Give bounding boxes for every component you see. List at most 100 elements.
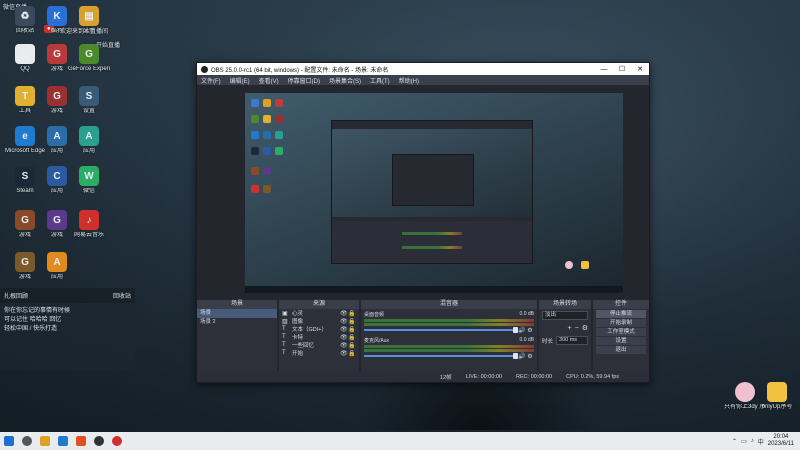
widget-right-label[interactable]: 回收站 [113, 291, 131, 300]
file-explorer-icon[interactable] [36, 432, 54, 450]
desktop-icon[interactable]: S 设置 [68, 86, 110, 115]
gear-icon[interactable]: ⚙ [526, 327, 534, 334]
source-item[interactable]: T 文本（GDI+） 👁 🔒 [279, 325, 359, 333]
channel-name: 麦克风/Aux [364, 338, 390, 344]
network-icon[interactable]: ▭ [741, 438, 747, 445]
clock[interactable]: 20:04 2023/6/11 [768, 434, 794, 448]
widget-line: 你在你忘记的事情有时候 [4, 308, 71, 314]
preview-icon [251, 185, 259, 193]
settings-button[interactable]: 设置 [596, 337, 646, 345]
lock-icon[interactable]: 🔒 [348, 350, 356, 357]
lock-icon[interactable]: 🔒 [348, 326, 356, 333]
start-icon[interactable] [0, 432, 18, 450]
sources-dock-title: 来源 [279, 300, 359, 309]
eye-icon[interactable]: 👁 [340, 326, 348, 333]
preview-icon [263, 147, 271, 155]
desktop-icon-label: 网易云音乐 [73, 232, 104, 238]
menu-help[interactable]: 帮助(H) [399, 76, 419, 85]
menu-file[interactable]: 文件(F) [201, 76, 221, 85]
desktop-icon-label: onlyUp序号 [761, 404, 793, 410]
chevron-up-icon[interactable]: ⌃ [732, 438, 737, 445]
dropped-frames: 12帧 [440, 374, 452, 381]
stop-streaming-button[interactable]: 停止推流 [596, 310, 646, 318]
desktop-icon[interactable]: W 微信 [68, 166, 110, 195]
app-icon: Q [15, 44, 35, 64]
desktop-icon[interactable]: ♪ 网易云音乐 [68, 210, 110, 239]
source-item[interactable]: T 开始 👁 🔒 [279, 349, 359, 357]
speaker-icon[interactable]: 🔊 [518, 353, 526, 360]
remove-icon[interactable]: − [575, 325, 579, 332]
duration-label: 时长 [542, 338, 554, 345]
studio-mode-button[interactable]: 工作室模式 [596, 328, 646, 336]
add-icon[interactable]: + [568, 325, 572, 332]
source-item[interactable]: T 卡特 👁 🔒 [279, 333, 359, 341]
transition-select[interactable]: 淡出 [542, 311, 588, 320]
eye-icon[interactable]: 👁 [340, 310, 348, 317]
desktop-widget: 扎根回顾 回收站 你在你忘记的事情有时候 可以记住 哈哈哈 回忆 轻松中国 / … [0, 288, 135, 370]
menu-docks[interactable]: 停靠窗口(D) [288, 76, 320, 85]
preview-icon [263, 115, 271, 123]
scene-item[interactable]: 场景 2 [197, 318, 277, 327]
system-tray: ⌃ ▭ ♪ 中 20:04 2023/6/11 [732, 432, 794, 450]
volume-slider[interactable]: 🔊 ⚙ [364, 353, 534, 360]
lock-icon[interactable]: 🔒 [348, 318, 356, 325]
desktop-icon[interactable]: A 应用 [68, 126, 110, 155]
menu-edit[interactable]: 编辑(E) [230, 76, 250, 85]
gear-icon[interactable]: ⚙ [526, 353, 534, 360]
app-icon: ▤ [79, 6, 99, 26]
slider-knob[interactable] [513, 327, 518, 333]
obs-titlebar[interactable]: OBS 25.0.0-rc1 (64 bit, windows) - 配置文件:… [197, 63, 649, 75]
menu-scene-collection[interactable]: 场景集合(S) [329, 76, 361, 85]
taskbar-icons [0, 432, 126, 450]
preview-icon [263, 131, 271, 139]
desktop-icon[interactable]: A 应用 [36, 252, 78, 281]
volume-icon[interactable]: ♪ [751, 438, 754, 444]
scene-item[interactable]: 场景 [197, 309, 277, 318]
app-icon[interactable] [72, 432, 90, 450]
minimize-icon[interactable]: — [595, 66, 613, 73]
preview-icon [263, 185, 271, 193]
eye-icon[interactable]: 👁 [340, 318, 348, 325]
edge-icon[interactable] [54, 432, 72, 450]
desktop-icon[interactable]: ▤ 文件 [68, 6, 110, 35]
desktop-icon[interactable]: G GeForce Experience [68, 44, 110, 73]
taskbar-glyph [112, 436, 122, 446]
lock-icon[interactable]: 🔒 [348, 334, 356, 341]
menu-tools[interactable]: 工具(T) [370, 76, 390, 85]
obs-icon[interactable] [90, 432, 108, 450]
app-icon: A [79, 126, 99, 146]
eye-icon[interactable]: 👁 [340, 350, 348, 357]
channel-db: 0.0 dB [519, 337, 534, 343]
eye-icon[interactable]: 👁 [340, 334, 348, 341]
start-recording-button[interactable]: 开始录制 [596, 319, 646, 327]
volume-meter [364, 349, 534, 352]
live-timer: LIVE: 00:00:00 [465, 373, 503, 380]
close-icon[interactable]: ✕ [631, 65, 649, 73]
mixer-dock: 混音器 桌面音频 0.0 dB 🔊 ⚙ 麦克风/Aux 0.0 dB 🔊 ⚙ [361, 300, 537, 382]
slider-knob[interactable] [513, 353, 518, 359]
exit-button[interactable]: 退出 [596, 346, 646, 354]
source-item[interactable]: ▣ 心灵 👁 🔒 [279, 309, 359, 318]
duration-input[interactable]: 300 ms [556, 336, 588, 345]
volume-slider[interactable]: 🔊 ⚙ [364, 327, 534, 334]
obs-logo-icon [201, 65, 208, 73]
eye-icon[interactable]: 👁 [340, 342, 348, 349]
input-method-icon[interactable]: 中 [758, 437, 764, 446]
source-item[interactable]: T 一些回忆 👁 🔒 [279, 341, 359, 349]
lock-icon[interactable]: 🔒 [348, 310, 356, 317]
gear-icon[interactable]: ⚙ [582, 324, 588, 332]
search-icon[interactable] [18, 432, 36, 450]
netease-music-icon[interactable] [108, 432, 126, 450]
preview-icon [581, 261, 589, 269]
preview-taskbar [245, 286, 623, 293]
app-icon: W [79, 166, 99, 186]
maximize-icon[interactable]: ☐ [613, 65, 631, 73]
desktop-icon-right-2[interactable]: onlyUp序号 [756, 382, 798, 411]
speaker-icon[interactable]: 🔊 [518, 327, 526, 334]
source-item[interactable]: ▨ 图像 👁 🔒 [279, 317, 359, 326]
menu-view[interactable]: 查看(V) [259, 76, 279, 85]
source-name: 心灵 [292, 311, 304, 317]
lock-icon[interactable]: 🔒 [348, 342, 356, 349]
preview-area [197, 85, 649, 300]
obs-preview-canvas[interactable] [245, 93, 623, 293]
